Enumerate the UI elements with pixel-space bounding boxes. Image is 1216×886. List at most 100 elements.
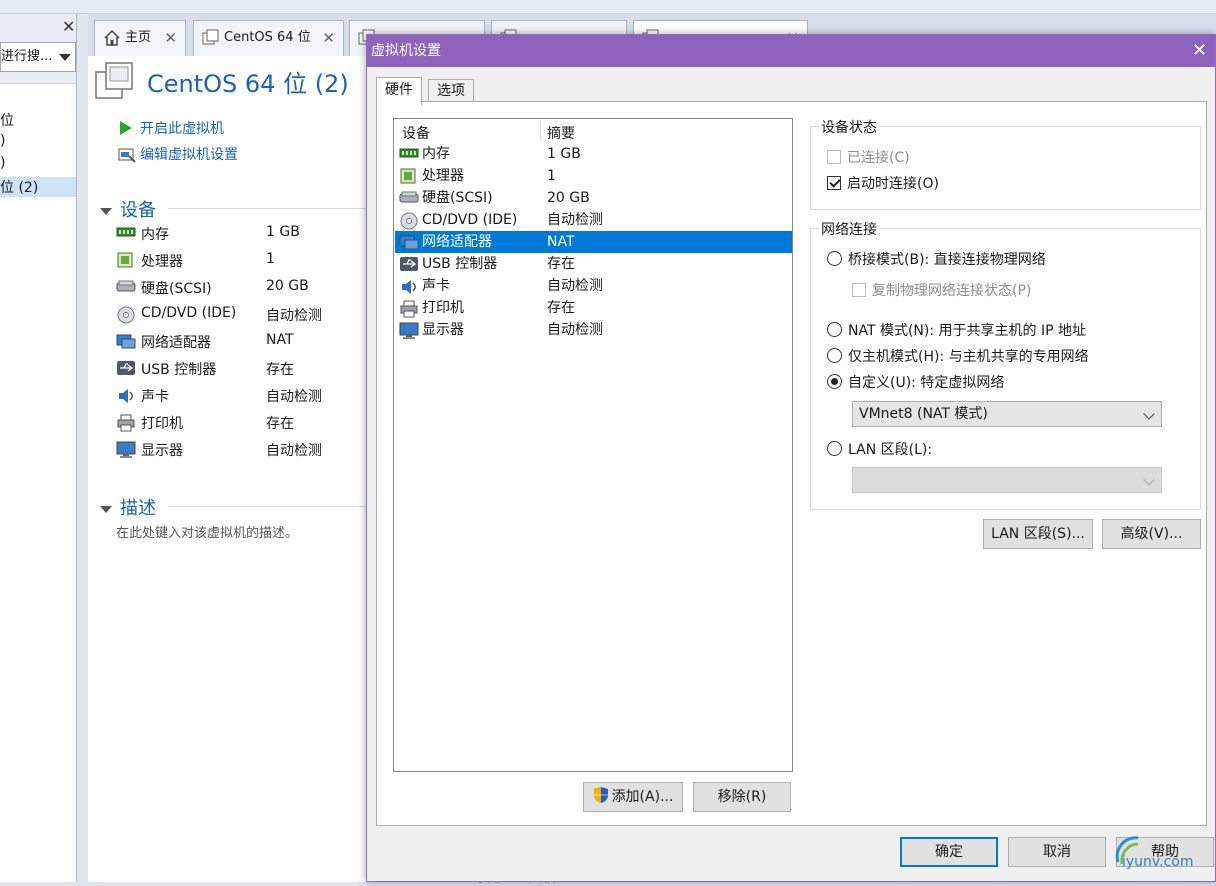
hardware-row[interactable]: 打印机 存在	[395, 297, 792, 319]
host-only-label: 仅主机模式(H): 与主机共享的专用网络	[848, 349, 1089, 365]
tab-hardware-label: 硬件	[385, 82, 413, 98]
tab-home[interactable]: 主页 ✕	[94, 20, 186, 56]
network-connection-group: 网络连接 桥接模式(B): 直接连接物理网络 复制物理网络连接状态(P) NAT…	[810, 219, 1201, 510]
library-item[interactable]: 位	[0, 110, 14, 130]
hardware-summary: 自动检测	[547, 212, 603, 228]
host-only-radio[interactable]: 仅主机模式(H): 与主机共享的专用网络	[827, 346, 1089, 366]
radio-unselected[interactable]	[827, 348, 842, 363]
display-icon	[399, 322, 419, 340]
replicate-state-label: 复制物理网络连接状态(P)	[872, 283, 1032, 299]
close-icon[interactable]: ✕	[1192, 35, 1207, 67]
tab-label: CentOS 64 位	[224, 30, 311, 45]
tab-hardware[interactable]: 硬件	[376, 77, 422, 105]
ok-label: 确定	[935, 844, 963, 860]
close-icon[interactable]: ✕	[164, 21, 177, 55]
hardware-summary: 20 GB	[547, 190, 590, 206]
power-on-link[interactable]: 开启此虚拟机	[118, 118, 224, 138]
lan-segment-select[interactable]	[852, 467, 1162, 493]
cpu-icon	[399, 168, 417, 184]
device-value: 20 GB	[266, 278, 309, 294]
connect-at-power-on-checkbox[interactable]: 启动时连接(O)	[827, 173, 939, 193]
close-icon[interactable]: ✕	[322, 21, 335, 55]
description-section-header[interactable]: 描述	[100, 494, 156, 520]
custom-radio[interactable]: 自定义(U): 特定虚拟网络	[827, 372, 1004, 392]
hardware-row[interactable]: 显示器 自动检测	[395, 319, 792, 341]
chevron-down-icon	[1143, 408, 1155, 420]
device-name: 内存	[141, 227, 169, 243]
custom-network-select[interactable]: VMnet8 (NAT 模式)	[852, 401, 1162, 427]
advanced-button[interactable]: 高级(V)...	[1102, 519, 1201, 549]
lan-segment-radio[interactable]: LAN 区段(L):	[827, 439, 932, 459]
column-header-summary[interactable]: 摘要	[547, 123, 575, 143]
hardware-name: 内存	[422, 146, 450, 162]
lan-segments-button[interactable]: LAN 区段(S)...	[983, 519, 1093, 549]
chevron-down-icon[interactable]	[59, 54, 71, 61]
devices-section-header[interactable]: 设备	[100, 196, 156, 222]
network-icon	[399, 234, 419, 250]
printer-icon	[116, 414, 136, 432]
hardware-row[interactable]: USB 控制器 存在	[395, 253, 792, 275]
nat-radio[interactable]: NAT 模式(N): 用于共享主机的 IP 地址	[827, 320, 1086, 340]
library-close-icon[interactable]: ✕	[62, 17, 75, 36]
checkbox-unchecked[interactable]	[852, 283, 866, 297]
hardware-row[interactable]: 处理器 1	[395, 165, 792, 187]
hardware-row-selected[interactable]: 网络适配器 NAT	[395, 231, 792, 253]
checkbox-checked[interactable]	[827, 176, 841, 190]
hardware-name: 网络适配器	[422, 234, 492, 250]
tab-options-label: 选项	[437, 83, 465, 99]
radio-unselected[interactable]	[827, 441, 842, 456]
device-value: NAT	[266, 332, 294, 348]
connected-checkbox[interactable]: 已连接(C)	[827, 147, 910, 167]
device-name: USB 控制器	[141, 362, 217, 378]
hardware-summary: 自动检测	[547, 278, 603, 294]
radio-unselected[interactable]	[827, 251, 842, 266]
hardware-row[interactable]: 硬盘(SCSI) 20 GB	[395, 187, 792, 209]
replicate-state-checkbox[interactable]: 复制物理网络连接状态(P)	[852, 280, 1031, 300]
nat-label: NAT 模式(N): 用于共享主机的 IP 地址	[848, 323, 1086, 339]
collapse-triangle-icon	[100, 505, 112, 513]
hardware-row[interactable]: 声卡 自动检测	[395, 275, 792, 297]
ok-button[interactable]: 确定	[900, 837, 998, 867]
bridged-radio[interactable]: 桥接模式(B): 直接连接物理网络	[827, 249, 1046, 269]
edit-settings-link[interactable]: 编辑虚拟机设置	[118, 144, 238, 164]
hardware-device-list[interactable]: 设备 摘要 内存 1 GB 处理器 1 硬盘(SCSI) 20 GB CD/DVD (IDE…	[393, 118, 793, 772]
cancel-label: 取消	[1043, 844, 1071, 860]
hardware-name: CD/DVD (IDE)	[422, 212, 518, 228]
cd-icon	[116, 306, 136, 324]
tab-vm[interactable]: CentOS 64 位 ✕	[193, 20, 344, 56]
home-icon	[103, 29, 121, 47]
tab-label: 主页	[125, 30, 152, 45]
display-icon	[116, 441, 136, 459]
lan-segments-label: LAN 区段(S)...	[991, 526, 1085, 542]
device-value: 存在	[266, 416, 294, 432]
collapse-triangle-icon	[100, 207, 112, 215]
hardware-name: 打印机	[422, 300, 464, 316]
hardware-row[interactable]: 内存 1 GB	[395, 143, 792, 165]
hardware-summary: 1 GB	[547, 146, 581, 162]
add-button[interactable]: 添加(A)...	[583, 782, 683, 812]
cancel-button[interactable]: 取消	[1008, 837, 1106, 867]
memory-icon	[399, 146, 419, 160]
usb-icon	[116, 360, 136, 376]
connected-label: 已连接(C)	[847, 150, 910, 166]
radio-unselected[interactable]	[827, 322, 842, 337]
library-item[interactable]: )	[0, 133, 5, 149]
checkbox-unchecked[interactable]	[827, 150, 841, 164]
printer-icon	[399, 300, 419, 318]
library-search-input[interactable]: 进行搜...	[0, 42, 76, 72]
advanced-label: 高级(V)...	[1120, 526, 1183, 542]
column-header-device[interactable]: 设备	[402, 123, 430, 143]
library-item-selected[interactable]: 位 (2)	[0, 177, 76, 197]
tab-options[interactable]: 选项	[428, 79, 474, 101]
main-toolbar	[0, 0, 1216, 14]
shield-icon	[593, 786, 609, 804]
hardware-row[interactable]: CD/DVD (IDE) 自动检测	[395, 209, 792, 231]
hardware-name: USB 控制器	[422, 256, 498, 272]
description-placeholder[interactable]: 在此处键入对该虚拟机的描述。	[116, 522, 298, 541]
device-status-group: 设备状态 已连接(C) 启动时连接(O)	[810, 117, 1201, 210]
library-item[interactable]: )	[0, 155, 5, 171]
hardware-name: 硬盘(SCSI)	[422, 190, 493, 206]
radio-selected[interactable]	[827, 374, 842, 389]
harddisk-icon	[116, 279, 136, 293]
remove-button[interactable]: 移除(R)	[693, 782, 791, 812]
